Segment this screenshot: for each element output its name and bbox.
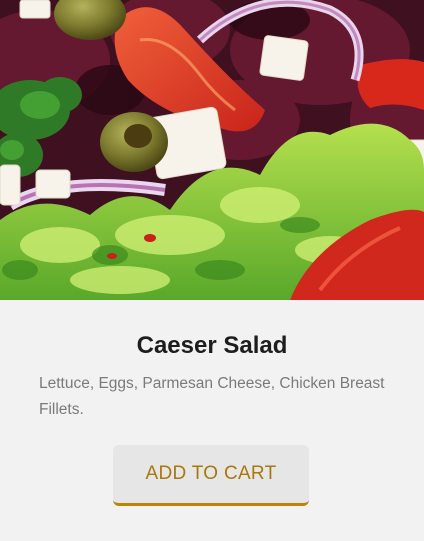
product-card: Caeser Salad Lettuce, Eggs, Parmesan Che…	[0, 0, 424, 541]
product-title: Caeser Salad	[136, 332, 288, 359]
product-image	[0, 0, 424, 300]
add-to-cart-button[interactable]: ADD TO CART	[113, 445, 309, 506]
product-description: Lettuce, Eggs, Parmesan Cheese, Chicken …	[39, 375, 385, 418]
